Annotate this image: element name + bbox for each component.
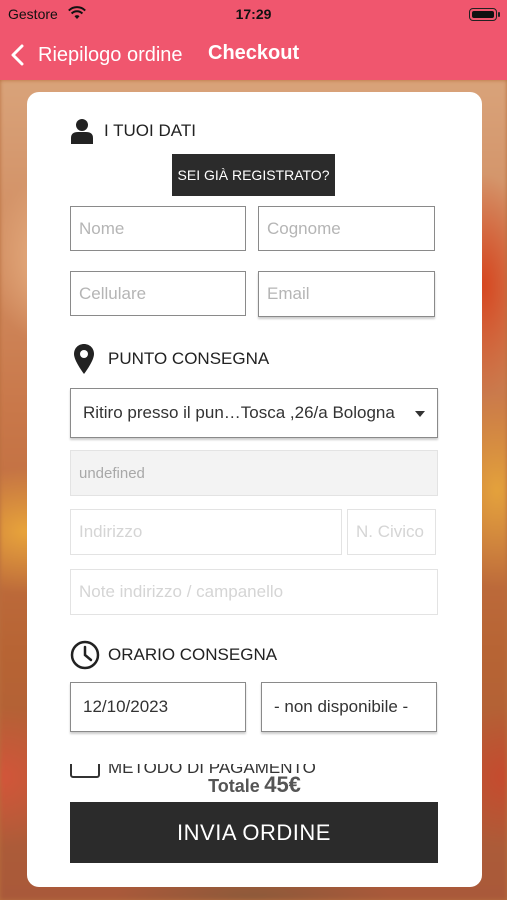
already-registered-button[interactable]: SEI GIÀ REGISTRATO? xyxy=(172,154,335,196)
section-dati-title: I TUOI DATI xyxy=(104,121,196,140)
total-amount: 45€ xyxy=(264,772,301,797)
cognome-placeholder: Cognome xyxy=(267,218,341,238)
date-value: 12/10/2023 xyxy=(83,697,169,716)
indirizzo-placeholder: Indirizzo xyxy=(79,522,143,541)
nome-placeholder: Nome xyxy=(79,218,125,238)
note-field[interactable]: Note indirizzo / campanello xyxy=(70,569,438,615)
email-placeholder: Email xyxy=(267,284,310,303)
note-placeholder: Note indirizzo / campanello xyxy=(79,582,284,601)
email-field[interactable]: Email xyxy=(258,271,435,317)
date-field[interactable]: 12/10/2023 xyxy=(70,682,246,732)
user-icon xyxy=(71,119,93,144)
section-orario-title: ORARIO CONSEGNA xyxy=(108,645,278,664)
clock-icon xyxy=(70,640,100,670)
civico-field[interactable]: N. Civico xyxy=(347,509,436,555)
city-value: undefined xyxy=(79,464,145,482)
dropdown-arrow-icon xyxy=(415,411,425,417)
location-pin-icon xyxy=(74,344,94,374)
cognome-field[interactable]: Cognome xyxy=(258,206,435,251)
nome-field[interactable]: Nome xyxy=(70,206,246,251)
section-consegna-title: PUNTO CONSEGNA xyxy=(108,349,270,368)
section-orario-header: ORARIO CONSEGNA xyxy=(70,640,277,670)
time-slot-value: - non disponibile - xyxy=(274,697,409,716)
delivery-point-value: Ritiro presso il pun…Tosca ,26/a Bologna xyxy=(83,403,395,422)
city-field: undefined xyxy=(70,450,438,496)
submit-order-button[interactable]: INVIA ORDINE xyxy=(70,802,438,863)
clock: 17:29 xyxy=(235,6,272,22)
back-button[interactable]: Riepilogo ordine xyxy=(10,40,183,70)
delivery-point-select[interactable]: Ritiro presso il pun…Tosca ,26/a Bologna xyxy=(70,388,438,438)
section-consegna-header: PUNTO CONSEGNA xyxy=(74,344,269,374)
total-label: Totale xyxy=(208,776,260,796)
cellulare-field[interactable]: Cellulare xyxy=(70,271,246,316)
checkout-card: I TUOI DATI SEI GIÀ REGISTRATO? Nome Cog… xyxy=(27,92,482,887)
chevron-left-icon xyxy=(11,44,24,66)
section-dati-header: I TUOI DATI xyxy=(70,118,196,144)
status-bar: Gestore 17:29 xyxy=(0,0,507,30)
total-row: Totale 45€ xyxy=(27,772,482,798)
civico-placeholder: N. Civico xyxy=(356,522,425,541)
cellulare-placeholder: Cellulare xyxy=(79,283,147,303)
page-title: Checkout xyxy=(208,42,300,64)
back-label: Riepilogo ordine xyxy=(38,43,183,66)
battery-icon xyxy=(469,8,500,21)
nav-bar: Riepilogo ordine Checkout xyxy=(0,30,507,80)
indirizzo-field[interactable]: Indirizzo xyxy=(70,509,342,555)
time-slot-select[interactable]: - non disponibile - xyxy=(261,682,437,732)
